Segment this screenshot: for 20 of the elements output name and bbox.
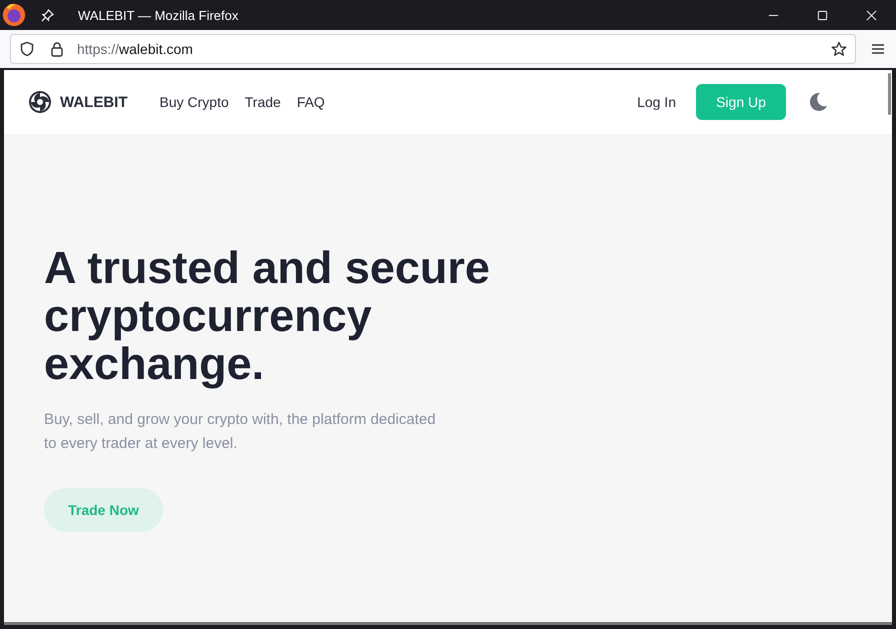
address-bar[interactable]: https://walebit.com <box>10 34 856 64</box>
pin-icon[interactable] <box>41 8 54 22</box>
shield-icon[interactable] <box>19 41 35 57</box>
maximize-icon[interactable] <box>817 10 828 20</box>
star-icon[interactable] <box>831 41 847 57</box>
brand-name[interactable]: WALEBIT <box>60 94 128 110</box>
nav-link[interactable]: Buy Crypto <box>160 94 229 110</box>
url-text: https://walebit.com <box>77 41 193 57</box>
close-icon[interactable] <box>866 10 877 20</box>
login-link[interactable]: Log In <box>637 94 676 110</box>
scrollbar[interactable] <box>888 73 891 115</box>
logo-icon[interactable] <box>28 90 52 114</box>
nav-link[interactable]: FAQ <box>296 94 325 110</box>
lock-icon[interactable] <box>49 41 65 57</box>
nav-link[interactable]: Trade <box>244 94 281 110</box>
moon-icon[interactable] <box>808 92 828 112</box>
window-title: WALEBIT — Mozilla Firefox <box>78 8 238 22</box>
browser-logo-icon <box>1 2 27 28</box>
subtitle: Buy, sell, and grow your crypto with, the platform dedicated to every trader at every level. <box>44 410 437 454</box>
headline: A trusted and secure cryptocurrency exchange. <box>44 244 491 388</box>
